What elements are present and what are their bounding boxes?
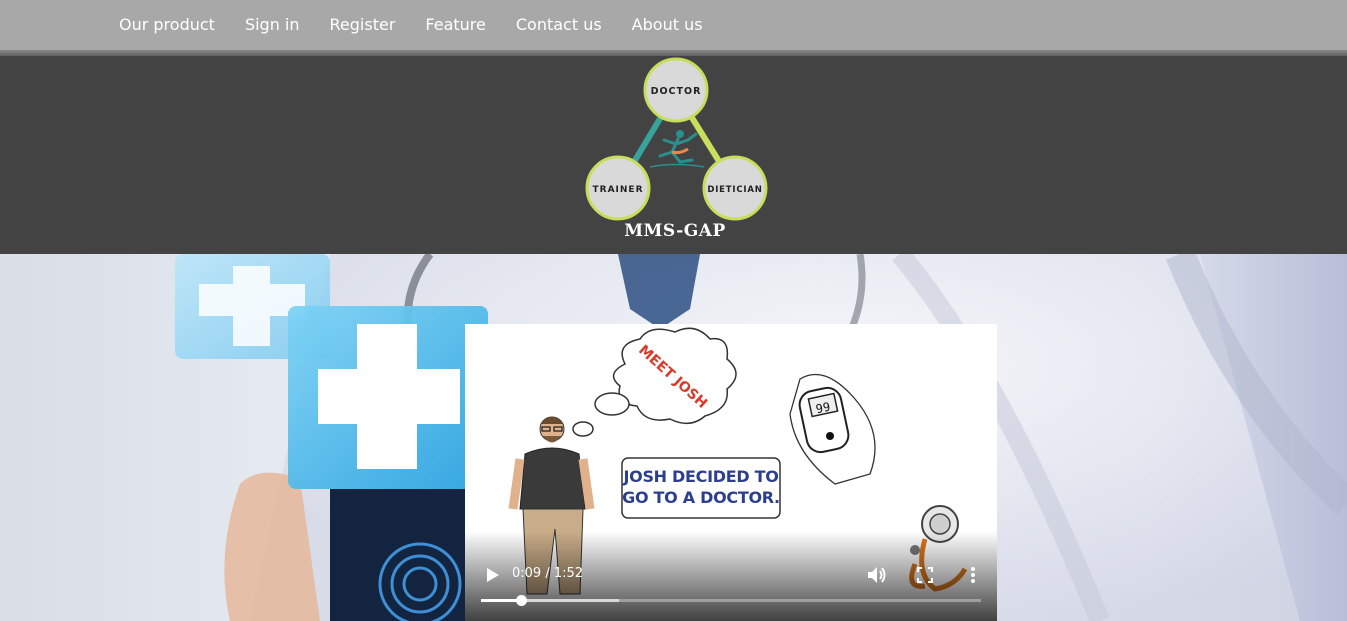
glucose-reading: 99 — [814, 400, 831, 417]
runner-icon — [649, 130, 705, 168]
play-icon[interactable] — [482, 564, 502, 586]
logo-node-trainer: TRAINER — [585, 155, 651, 221]
more-options-icon[interactable] — [965, 564, 981, 586]
top-navbar: Our product Sign in Register Feature Con… — [0, 0, 1347, 50]
logo-node-doctor-label: DOCTOR — [651, 86, 702, 97]
video-progress-played — [481, 599, 521, 602]
nav-link-sign-in[interactable]: Sign in — [245, 15, 300, 35]
nav-link-register[interactable]: Register — [330, 15, 396, 35]
medical-cross-icon — [288, 306, 488, 489]
nav-link-feature[interactable]: Feature — [425, 15, 485, 35]
fullscreen-icon[interactable] — [915, 565, 935, 585]
caption-line-2: GO TO A DOCTOR. — [622, 488, 780, 507]
logo-title: MMS-GAP — [624, 221, 726, 241]
nav-link-our-product[interactable]: Our product — [119, 15, 215, 35]
logo-node-doctor: DOCTOR — [643, 57, 709, 123]
caption-line-1: JOSH DECIDED TO — [623, 467, 779, 486]
volume-icon[interactable] — [865, 564, 889, 586]
logo-node-dietician: DIETICIAN — [702, 155, 768, 221]
video-progress-bar[interactable] — [481, 595, 981, 606]
video-time-display: 0:09 / 1:52 — [512, 566, 584, 581]
video-progress-thumb[interactable] — [516, 595, 527, 606]
logo-node-trainer-label: TRAINER — [593, 185, 644, 195]
thought-cloud — [572, 327, 737, 437]
glucose-meter-icon: 99 — [789, 373, 876, 485]
nav-link-contact-us[interactable]: Contact us — [516, 15, 602, 35]
nav-links: Our product Sign in Register Feature Con… — [119, 15, 733, 35]
video-player[interactable]: 99 MEET JOSH JOSH DECIDED TO GO TO A DOC… — [465, 324, 997, 621]
nav-link-about-us[interactable]: About us — [632, 15, 703, 35]
header-band: DOCTOR TRAINER DIETICIAN MMS-GAP — [0, 56, 1347, 254]
logo-node-dietician-label: DIETICIAN — [707, 185, 762, 195]
